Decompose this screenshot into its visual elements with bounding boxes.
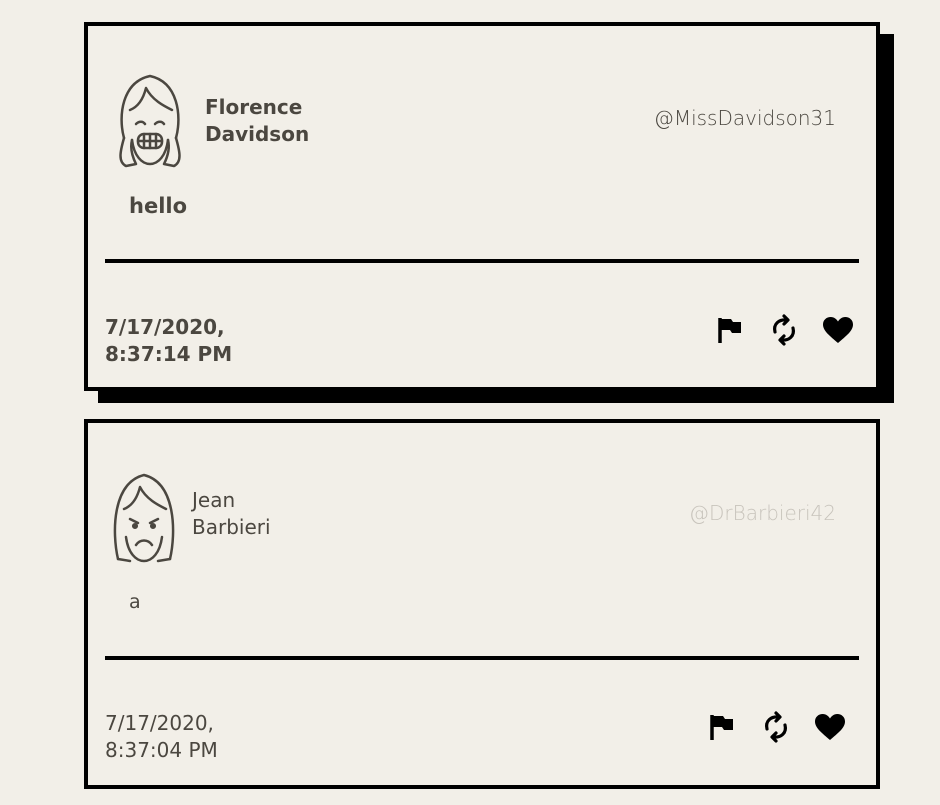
user-name[interactable]: Florence Davidson xyxy=(205,94,345,148)
tweet-date-time: 8:37:04 PM xyxy=(105,738,218,762)
tweet-text: hello xyxy=(129,194,188,218)
user-name[interactable]: Jean Barbieri xyxy=(192,487,332,541)
tweet-card: Jean Barbieri @DrBarbieri42 a 7/17/2020,… xyxy=(84,419,880,789)
flag-icon[interactable] xyxy=(706,711,738,743)
tweet-date-time: 8:37:14 PM xyxy=(105,342,233,366)
avatar xyxy=(114,66,186,170)
retweet-icon[interactable] xyxy=(768,314,800,346)
heart-icon[interactable] xyxy=(822,314,854,346)
smiling-girl-avatar-icon xyxy=(119,74,181,168)
tweet-date-day: 7/17/2020, xyxy=(105,711,214,735)
tweet-actions xyxy=(714,314,854,346)
tweet-date: 7/17/2020, 8:37:04 PM xyxy=(105,710,265,764)
retweet-icon[interactable] xyxy=(760,711,792,743)
user-last-name: Davidson xyxy=(205,122,310,146)
avatar xyxy=(108,463,180,567)
sad-girl-avatar-icon xyxy=(113,473,175,563)
divider xyxy=(105,656,859,660)
user-first-name: Florence xyxy=(205,95,303,119)
user-first-name: Jean xyxy=(192,488,236,512)
divider xyxy=(105,259,859,263)
tweet-text: a xyxy=(129,591,141,613)
user-last-name: Barbieri xyxy=(192,515,271,539)
tweet-actions xyxy=(706,711,846,743)
flag-icon[interactable] xyxy=(714,314,746,346)
tweet-card: Florence Davidson @MissDavidson31 hello … xyxy=(84,22,880,391)
user-handle[interactable]: @DrBarbieri42 xyxy=(689,501,836,525)
user-handle[interactable]: @MissDavidson31 xyxy=(654,106,836,130)
tweet-date-day: 7/17/2020, xyxy=(105,315,225,339)
tweet-date: 7/17/2020, 8:37:14 PM xyxy=(105,314,265,368)
heart-icon[interactable] xyxy=(814,711,846,743)
